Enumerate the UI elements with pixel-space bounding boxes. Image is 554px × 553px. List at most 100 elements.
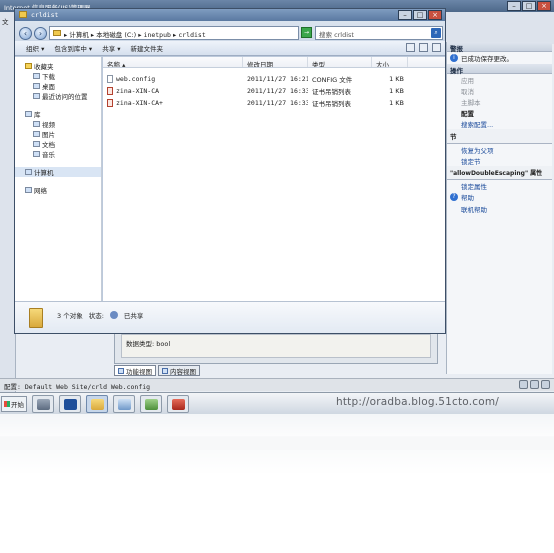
nav-pictures[interactable]: 图片 [15,129,101,139]
file-date: 2011/11/27 16:33 [247,98,308,107]
attribute-header: "allowDoubleEscaping" 属性 [447,166,552,180]
forward-arrow-icon[interactable]: › [34,27,47,40]
nav-network[interactable]: 网络 [15,185,101,195]
preview-pane-icon[interactable] [419,43,428,52]
alert-text: 已成功保存更改。 [461,55,513,63]
nav-documents[interactable]: 文档 [15,139,101,149]
file-date: 2011/11/27 16:21 [247,74,308,83]
explorer-title-bar: crldist [15,9,445,21]
tab-content-view-label: 内容视图 [170,367,196,376]
back-arrow-icon[interactable]: ‹ [19,27,32,40]
close-button[interactable]: × [537,1,551,11]
lock-attribute-action[interactable]: 锁定属性 [447,180,552,191]
navigation-pane: 收藏夹 下载 桌面 最近访问的位置 库 视频 图片 文档 音乐 计算机 网络 [15,57,102,301]
nav-documents-label: 文档 [42,141,55,149]
cancel-action[interactable]: 取消 [447,85,552,96]
explorer-maximize-button[interactable]: □ [413,10,427,20]
breadcrumb-local-disk[interactable]: 本地磁盘 (C:) [96,31,136,39]
apply-action[interactable]: 应用 [447,74,552,85]
nav-music[interactable]: 音乐 [15,149,101,159]
include-in-library-menu[interactable]: 包含到库中 ▾ [49,43,97,53]
config-file-icon [107,74,113,83]
lock-section-action[interactable]: 锁定节 [447,155,552,166]
maximize-button[interactable]: □ [522,1,536,11]
taskbar-toolbox[interactable] [167,395,189,413]
state-label: 状态: [88,312,104,320]
organize-label: 组织 [26,45,39,53]
nav-favorites[interactable]: 收藏夹 [15,61,101,71]
organize-menu[interactable]: 组织 ▾ [21,43,49,53]
nav-downloads[interactable]: 下载 [15,71,101,81]
file-type: 证书吊销列表 [312,99,351,108]
explorer-command-bar: 组织 ▾ 包含到库中 ▾ 共享 ▾ 新建文件夹 [15,41,445,56]
nav-videos[interactable]: 视频 [15,119,101,129]
crl-file-icon [107,86,113,95]
col-name[interactable]: 名称 ▴ [103,57,243,67]
breadcrumb-computer[interactable]: 计算机 [69,31,89,39]
network-icon [25,187,32,193]
file-name: zina-XIN-CA [116,86,160,95]
minimize-button[interactable]: – [507,1,521,11]
nav-libraries[interactable]: 库 [15,109,101,119]
explorer-minimize-button[interactable]: – [398,10,412,20]
taskbar-reflection [0,414,554,474]
desktop-icon [33,83,40,89]
col-type[interactable]: 类型 [308,57,372,67]
search-input[interactable]: 搜索 crldist ⌕ [315,26,443,40]
certificate-authority-icon [144,398,158,410]
tab-features-view[interactable]: 功能视图 [114,365,156,376]
details-text: 3 个对象 状态: 已共享 [57,310,143,320]
server-manager-icon [36,398,50,410]
share-menu[interactable]: 共享 ▾ [97,43,125,53]
search-config-action[interactable]: 搜索配置... [447,118,552,129]
menu-file[interactable]: 文 [0,12,15,30]
status-bar: 配置: Default Web Site/crld Web.config [0,378,554,391]
revert-to-parent-action[interactable]: 恢复为父项 [447,144,552,155]
taskbar-explorer[interactable] [86,395,108,413]
change-view-icon[interactable] [406,43,415,52]
search-placeholder: 搜索 crldist [319,31,354,39]
status-icon-2 [530,380,539,389]
breadcrumb-crldist[interactable]: crldist [178,31,205,39]
file-row[interactable]: web.config 2011/11/27 16:21 CONFIG 文件 1 … [103,73,445,84]
file-row[interactable]: zina-XIN-CA+ 2011/11/27 16:33 证书吊销列表 1 K… [103,97,445,108]
features-view-icon [118,367,124,374]
nav-computer[interactable]: 计算机 [15,167,101,177]
main-script-action[interactable]: 主脚本 [447,96,552,107]
config-header: 配置 [461,110,474,118]
nav-desktop[interactable]: 桌面 [15,81,101,91]
help-icon: ? [450,193,458,201]
documents-icon [33,141,40,147]
file-row[interactable]: zina-XIN-CA 2011/11/27 16:33 证书吊销列表 1 KB [103,85,445,96]
help-icon-explorer[interactable] [432,43,441,52]
taskbar-powershell[interactable] [59,395,81,413]
file-list: 名称 ▴ 修改日期 类型 大小 web.config 2011/11/27 16… [103,57,445,301]
nav-music-label: 音乐 [42,151,55,159]
status-icons [519,380,550,389]
section-header: 节 [447,129,552,144]
help-row[interactable]: ? 帮助 [447,191,552,203]
nav-network-label: 网络 [34,187,47,195]
taskbar-server-manager[interactable] [32,395,54,413]
taskbar-certsrv[interactable] [140,395,162,413]
new-folder-button[interactable]: 新建文件夹 [126,43,169,53]
breadcrumb-inetpub[interactable]: inetpub [144,31,171,39]
col-date[interactable]: 修改日期 [243,57,308,67]
help-action[interactable]: 帮助 [461,192,474,202]
nav-recent[interactable]: 最近访问的位置 [15,91,101,101]
col-name-label: 名称 [107,61,120,67]
col-size[interactable]: 大小 [372,57,408,67]
taskbar-iis[interactable] [113,395,135,413]
downloads-icon [33,73,40,79]
content-view-icon [162,367,168,374]
shared-icon [109,311,118,319]
start-button[interactable]: 开始 [1,396,27,412]
explorer-close-button[interactable]: × [428,10,442,20]
go-refresh-icon[interactable]: → [301,27,312,38]
start-label: 开始 [11,401,24,409]
folder-large-icon [29,308,43,328]
address-bar[interactable]: ▸ 计算机 ▸ 本地磁盘 (C:) ▸ inetpub ▸ crldist [49,26,299,40]
search-icon[interactable]: ⌕ [431,28,441,38]
online-help-action[interactable]: 联机帮助 [447,203,552,214]
tab-content-view[interactable]: 内容视图 [158,365,200,376]
